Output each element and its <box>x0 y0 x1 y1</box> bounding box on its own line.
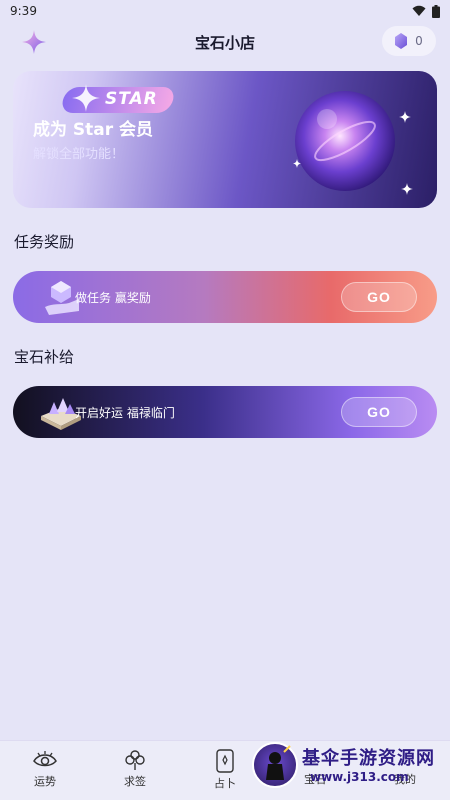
sparkle-logo-icon[interactable] <box>20 28 48 56</box>
star-headline: 成为 Star 会员 <box>33 120 154 140</box>
nav-item-divination-stick[interactable]: 求签 <box>105 749 165 789</box>
status-time: 9:39 <box>10 4 37 18</box>
watermark-avatar <box>252 742 298 788</box>
gem-supply-card[interactable]: 开启好运 福禄临门 GO <box>13 386 437 438</box>
watermark-title: 基伞手游资源网 <box>302 748 435 769</box>
crystal-orb-illustration <box>293 91 413 195</box>
gem-balance[interactable]: 0 <box>382 26 436 56</box>
battery-icon <box>432 4 440 18</box>
page-title: 宝石小店 <box>194 33 255 52</box>
header: 宝石小店 0 <box>0 22 450 62</box>
task-reward-card[interactable]: 做任务 赢奖励 GO <box>13 271 437 323</box>
star-subtitle: 解锁全部功能！ <box>33 147 125 162</box>
tarot-card-icon <box>216 749 234 773</box>
sparkle-icon <box>72 84 100 112</box>
supply-go-button[interactable]: GO <box>341 397 417 427</box>
gem-count-value: 0 <box>415 34 423 48</box>
ninja-figure-icon <box>266 745 291 780</box>
clover-icon <box>125 750 145 770</box>
nav-item-tarot[interactable]: 占卜 <box>195 749 255 791</box>
status-bar: 9:39 <box>0 0 450 22</box>
gem-supply-label: 开启好运 福禄临门 <box>75 406 175 420</box>
supply-section-title: 宝石补给 <box>14 348 75 366</box>
nav-label-fortune: 运势 <box>34 775 56 788</box>
watermark: 基伞手游资源网 www.j313.com <box>250 742 450 792</box>
wifi-icon <box>412 5 426 16</box>
nav-label-tarot: 占卜 <box>214 777 236 790</box>
tasks-section-title: 任务奖励 <box>14 233 75 251</box>
gem-icon <box>395 33 408 49</box>
task-go-button[interactable]: GO <box>341 282 417 312</box>
status-icons <box>412 4 440 18</box>
eye-icon <box>33 751 57 767</box>
task-reward-label: 做任务 赢奖励 <box>75 291 151 305</box>
star-membership-banner[interactable]: STAR 成为 Star 会员 解锁全部功能！ <box>13 71 437 208</box>
watermark-url: www.j313.com <box>310 770 409 784</box>
star-badge-text: STAR <box>105 89 158 109</box>
nav-item-fortune[interactable]: 运势 <box>15 749 75 789</box>
nav-label-divination-stick: 求签 <box>124 775 146 788</box>
